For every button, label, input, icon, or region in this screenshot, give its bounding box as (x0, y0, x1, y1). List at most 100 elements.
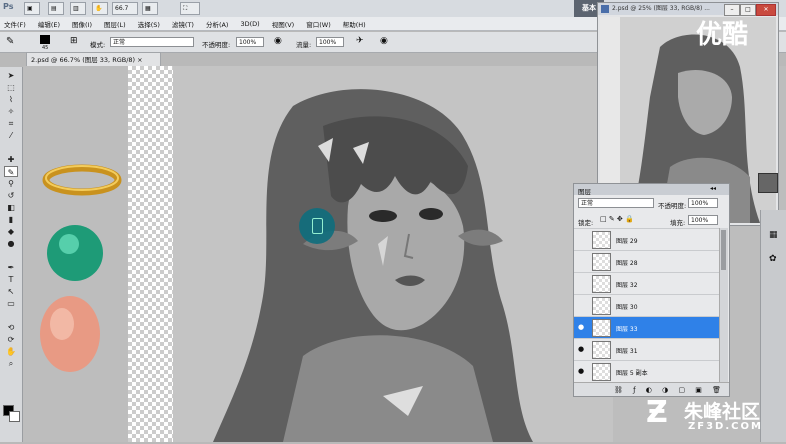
lasso-tool-icon[interactable]: ⌇ (4, 94, 18, 105)
layers-tab[interactable]: 图层 (578, 186, 591, 196)
stamp-tool-icon[interactable]: ⚲ (4, 178, 18, 189)
brush-tool-icon[interactable]: ✎ (4, 166, 18, 177)
blur-tool-icon[interactable]: ◆ (4, 226, 18, 237)
zf3d-logo-icon: Ƶ (646, 395, 668, 430)
green-sphere (47, 225, 103, 281)
menu-select[interactable]: 选择(S) (138, 19, 160, 29)
visibility-toggle[interactable] (577, 257, 585, 265)
right-dock: ▦ ✿ (760, 210, 786, 442)
layer-row[interactable]: 图层 32 (574, 272, 719, 294)
cursor-inner-icon (312, 218, 323, 234)
bridge-icon[interactable]: ▣ (24, 2, 40, 15)
opacity-input[interactable]: 100% (236, 37, 264, 47)
eraser-tool-icon[interactable]: ◧ (4, 202, 18, 213)
menu-file[interactable]: 文件(F) (4, 19, 26, 29)
visibility-toggle[interactable] (577, 235, 585, 243)
move-tool-icon[interactable]: ➤ (4, 70, 18, 81)
youku-watermark: 优酷 (696, 20, 749, 50)
layers-scrollbar[interactable] (719, 228, 728, 382)
pressure-opacity-icon[interactable]: ◉ (274, 36, 282, 46)
blend-mode-select[interactable]: 正常 (578, 198, 654, 208)
navigator-thumb-button[interactable] (758, 173, 778, 193)
brush-tool-icon[interactable]: ✎ (6, 36, 14, 47)
right-eye (419, 208, 443, 220)
visibility-toggle[interactable] (577, 279, 585, 287)
menu-analysis[interactable]: 分析(A) (206, 19, 229, 29)
character-painting[interactable] (173, 66, 613, 442)
path-select-tool-icon[interactable]: ↖ (4, 286, 18, 297)
layer-thumbnail (592, 231, 611, 249)
minibridge-icon[interactable]: ▤ (48, 2, 64, 15)
hand-tool-icon[interactable]: ✋ (4, 346, 18, 357)
clone-source-icon[interactable]: ✿ (769, 254, 777, 264)
lock-icons[interactable]: □ ✎ ✥ 🔒 (600, 215, 634, 223)
eye-icon[interactable]: ● (577, 367, 585, 375)
guides-icon[interactable]: ▥ (70, 2, 86, 15)
layer-row-selected[interactable]: ● 图层 33 (574, 316, 719, 338)
layers-panel-header: 图层 ◂◂ (574, 184, 729, 196)
history-brush-tool-icon[interactable]: ↺ (4, 190, 18, 201)
painting-svg (173, 66, 613, 442)
shape-tool-icon[interactable]: ▭ (4, 298, 18, 309)
menu-edit[interactable]: 编辑(E) (38, 19, 60, 29)
layer-row[interactable]: ● 图层 31 (574, 338, 719, 360)
brush-preset-swatch[interactable] (40, 35, 50, 44)
background-color-swatch[interactable] (9, 411, 20, 422)
visibility-toggle[interactable] (577, 301, 585, 309)
3d-camera-tool-icon[interactable]: ⟳ (4, 334, 18, 345)
arrange-icon[interactable]: ▦ (142, 2, 158, 15)
pressure-size-icon[interactable]: ◉ (380, 36, 388, 46)
green-sphere-highlight (59, 234, 79, 254)
tools-panel: ➤ ⬚ ⌇ ✧ ⌗ ⁄ ✚ ✎ ⚲ ↺ ◧ ▮ ◆ ● ✒ T ↖ ▭ ⟲ ⟳ … (0, 67, 23, 442)
zoom-level[interactable]: 66.7 (112, 2, 138, 15)
crop-tool-icon[interactable]: ⌗ (4, 118, 18, 129)
pen-tool-icon[interactable]: ✒ (4, 262, 18, 273)
airbrush-icon[interactable]: ✈ (356, 36, 364, 46)
quick-select-tool-icon[interactable]: ✧ (4, 106, 18, 117)
eye-icon[interactable]: ● (577, 345, 585, 353)
info-icon[interactable]: ▦ (769, 230, 778, 240)
layers-footer-icons[interactable]: ⛓ ƒ ◐ ◑ ▢ ▣ 🗑 (574, 382, 729, 396)
menu-view[interactable]: 视图(V) (272, 19, 295, 29)
type-tool-icon[interactable]: T (4, 274, 18, 285)
layers-panel: 图层 ◂◂ 正常 不透明度: 100% 锁定: □ ✎ ✥ 🔒 填充: 100%… (573, 183, 730, 397)
screen-mode-icon[interactable]: ⛶ (180, 2, 200, 15)
layer-name: 图层 31 (616, 348, 638, 355)
3d-rotate-tool-icon[interactable]: ⟲ (4, 322, 18, 333)
brush-cursor (299, 208, 335, 244)
scrollbar-thumb[interactable] (721, 230, 726, 270)
menu-window[interactable]: 窗口(W) (306, 19, 331, 29)
zoom-tool-icon[interactable]: ⌕ (4, 358, 18, 369)
menu-image[interactable]: 图像(I) (72, 19, 92, 29)
menu-help[interactable]: 帮助(H) (343, 19, 366, 29)
reference-objects (40, 164, 122, 372)
layer-row[interactable]: 图层 29 (574, 228, 719, 250)
hand-icon[interactable]: ✋ (92, 2, 108, 15)
eyedropper-tool-icon[interactable]: ⁄ (4, 130, 18, 141)
layer-thumbnail (592, 275, 611, 293)
menu-layer[interactable]: 图层(L) (104, 19, 126, 29)
gradient-tool-icon[interactable]: ▮ (4, 214, 18, 225)
healing-tool-icon[interactable]: ✚ (4, 154, 18, 165)
menu-3d[interactable]: 3D(D) (240, 20, 259, 28)
panel-collapse-icon[interactable]: ◂◂ (710, 185, 716, 192)
fill-input[interactable]: 100% (688, 215, 718, 225)
dodge-tool-icon[interactable]: ● (4, 238, 18, 249)
menu-filter[interactable]: 滤镜(T) (172, 19, 194, 29)
flow-label: 流量: (296, 41, 312, 49)
layer-row[interactable]: 图层 28 (574, 250, 719, 272)
layer-opacity-label: 不透明度: (658, 202, 687, 210)
layer-thumbnail (592, 253, 611, 271)
layer-row[interactable]: ● 图层 5 副本 (574, 360, 719, 382)
gold-ring (42, 164, 122, 196)
ps-document-icon (601, 5, 609, 13)
eye-icon[interactable]: ● (577, 323, 585, 331)
flow-input[interactable]: 100% (316, 37, 344, 47)
mode-select[interactable]: 正常 (110, 37, 194, 47)
document-tab[interactable]: 2.psd @ 66.7% (图层 33, RGB/8) × (26, 52, 161, 66)
layer-row[interactable]: 图层 30 (574, 294, 719, 316)
layer-opacity-input[interactable]: 100% (688, 198, 718, 208)
brush-panel-icon[interactable]: ⊞ (70, 36, 78, 46)
close-button[interactable]: ✕ (756, 4, 776, 16)
marquee-tool-icon[interactable]: ⬚ (4, 82, 18, 93)
